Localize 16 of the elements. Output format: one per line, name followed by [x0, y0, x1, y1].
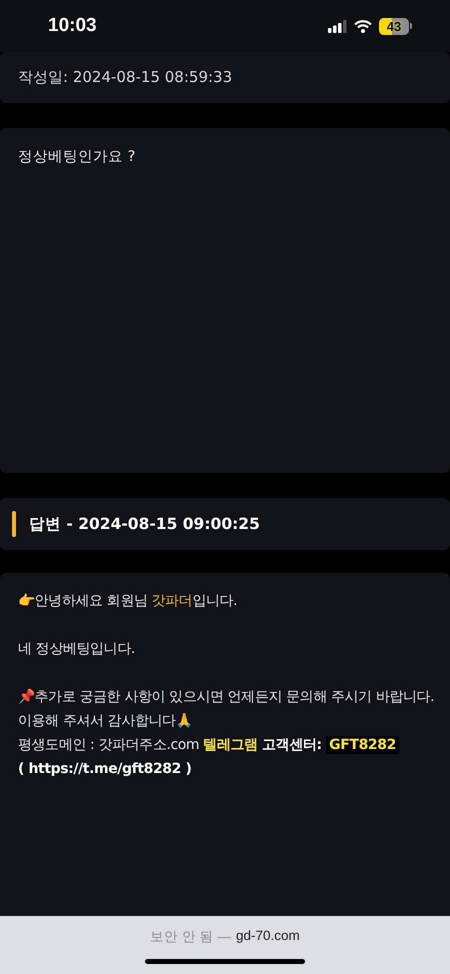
answer-title: 답변 - 2024-08-15 09:00:25 — [29, 514, 260, 534]
clock-time: 10:03 — [48, 15, 97, 37]
address-bar[interactable]: 보안 안 됨 — gd-70.com — [0, 916, 450, 974]
answer-text: 이용해 주셔서 감사합니다🙏 — [18, 712, 194, 731]
post-date: 작성일: 2024-08-15 08:59:33 — [0, 52, 450, 103]
wifi-icon — [354, 20, 372, 32]
question-text: 정상베팅인가요 ? — [18, 149, 136, 165]
answer-text: ( https://t.me/gft8282 ) — [18, 760, 192, 779]
home-indicator[interactable] — [145, 959, 305, 964]
signal-icon — [328, 20, 347, 32]
answer-text: 📌추가로 궁금한 사항이 있으시면 언제든지 문의해 주시기 바랍니다. — [18, 688, 436, 707]
answer-text: 👉안녕하세요 회원님 갓파더 입니다. — [18, 592, 238, 611]
security-label: 보안 안 됨 — — [150, 928, 231, 946]
answer-text: 네 정상베팅입니다. — [18, 640, 136, 659]
domain-text: gd-70.com — [236, 928, 300, 945]
answer-text: 평생도메인 : 갓파더주소.com 텔레그램 고객센터: GFT8282 — [18, 733, 440, 757]
